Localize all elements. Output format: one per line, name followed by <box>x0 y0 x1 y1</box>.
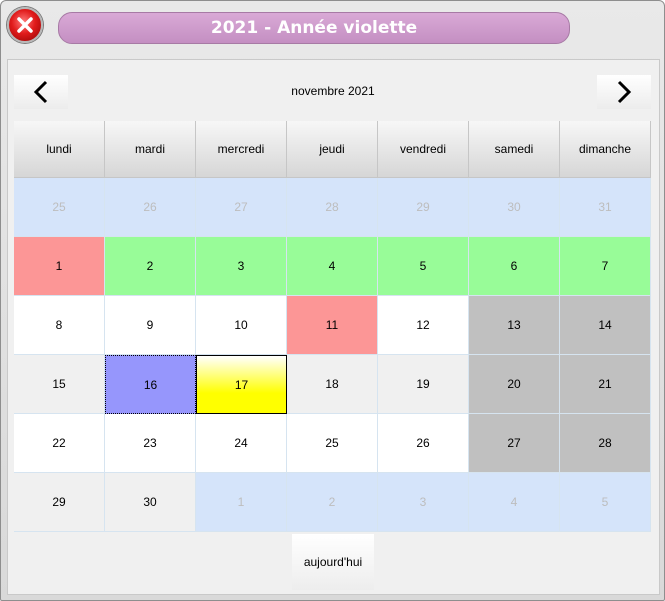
day-cell[interactable]: 10 <box>196 296 287 355</box>
day-cell[interactable]: 18 <box>287 355 378 414</box>
day-cell[interactable]: 22 <box>14 414 105 473</box>
day-cell-previous-month[interactable]: 30 <box>469 178 560 237</box>
day-cell-next-month[interactable]: 2 <box>287 473 378 532</box>
weekday-header: mercredi <box>196 121 287 178</box>
month-label: novembre 2021 <box>291 84 375 98</box>
day-cell-previous-month[interactable]: 25 <box>14 178 105 237</box>
week-row: 15 16 17 18 19 20 21 <box>14 355 651 414</box>
calendar-grid: lundi mardi mercredi jeudi vendredi same… <box>14 121 651 532</box>
day-cell-next-month[interactable]: 5 <box>560 473 651 532</box>
day-cell[interactable]: 8 <box>14 296 105 355</box>
next-month-button[interactable] <box>597 75 651 109</box>
day-cell-weekend[interactable]: 27 <box>469 414 560 473</box>
day-cell[interactable]: 2 <box>105 237 196 296</box>
day-cell-previous-month[interactable]: 27 <box>196 178 287 237</box>
day-cell-next-month[interactable]: 1 <box>196 473 287 532</box>
weekday-header: jeudi <box>287 121 378 178</box>
day-cell[interactable]: 24 <box>196 414 287 473</box>
today-button[interactable]: aujourd'hui <box>292 534 374 590</box>
day-cell-previous-month[interactable]: 28 <box>287 178 378 237</box>
day-cell[interactable]: 12 <box>378 296 469 355</box>
day-cell-weekend[interactable]: 14 <box>560 296 651 355</box>
day-cell[interactable]: 19 <box>378 355 469 414</box>
day-cell-weekend[interactable]: 28 <box>560 414 651 473</box>
day-cell-previous-month[interactable]: 31 <box>560 178 651 237</box>
weekday-header: samedi <box>469 121 560 178</box>
calendar-panel: novembre 2021 lundi mardi mercredi jeudi… <box>7 59 660 595</box>
day-cell-previous-month[interactable]: 29 <box>378 178 469 237</box>
weekday-header: vendredi <box>378 121 469 178</box>
day-cell[interactable]: 23 <box>105 414 196 473</box>
day-cell[interactable]: 3 <box>196 237 287 296</box>
day-cell-previous-month[interactable]: 26 <box>105 178 196 237</box>
week-row: 25 26 27 28 29 30 31 <box>14 178 651 237</box>
day-cell[interactable]: 4 <box>287 237 378 296</box>
day-cell-weekend[interactable]: 20 <box>469 355 560 414</box>
week-row: 8 9 10 11 12 13 14 <box>14 296 651 355</box>
window-title: 2021 - Année violette <box>58 12 570 44</box>
day-cell-next-month[interactable]: 3 <box>378 473 469 532</box>
close-icon <box>17 17 33 33</box>
weekday-header: mardi <box>105 121 196 178</box>
close-button[interactable] <box>7 7 43 43</box>
day-cell-next-month[interactable]: 4 <box>469 473 560 532</box>
day-cell[interactable]: 25 <box>287 414 378 473</box>
day-cell[interactable]: 15 <box>14 355 105 414</box>
title-bar[interactable]: 2021 - Année violette <box>1 1 664 49</box>
weekday-header: dimanche <box>560 121 651 178</box>
week-row: 1 2 3 4 5 6 7 <box>14 237 651 296</box>
day-cell-selected[interactable]: 16 <box>105 355 196 414</box>
day-cell[interactable]: 29 <box>14 473 105 532</box>
previous-month-button[interactable] <box>14 75 68 109</box>
calendar-window: 2021 - Année violette novembre 2021 lund… <box>0 0 665 601</box>
weekday-header: lundi <box>14 121 105 178</box>
day-cell-weekend[interactable]: 21 <box>560 355 651 414</box>
weekday-header-row: lundi mardi mercredi jeudi vendredi same… <box>14 121 651 178</box>
week-row: 22 23 24 25 26 27 28 <box>14 414 651 473</box>
chevron-right-icon <box>617 80 632 104</box>
chevron-left-icon <box>33 80 48 104</box>
day-cell-weekend[interactable]: 13 <box>469 296 560 355</box>
day-cell[interactable]: 30 <box>105 473 196 532</box>
day-cell-today[interactable]: 17 <box>196 355 287 414</box>
day-cell[interactable]: 26 <box>378 414 469 473</box>
day-cell[interactable]: 6 <box>469 237 560 296</box>
day-cell[interactable]: 9 <box>105 296 196 355</box>
day-cell[interactable]: 7 <box>560 237 651 296</box>
day-cell[interactable]: 11 <box>287 296 378 355</box>
day-cell[interactable]: 1 <box>14 237 105 296</box>
day-cell[interactable]: 5 <box>378 237 469 296</box>
week-row: 29 30 1 2 3 4 5 <box>14 473 651 532</box>
